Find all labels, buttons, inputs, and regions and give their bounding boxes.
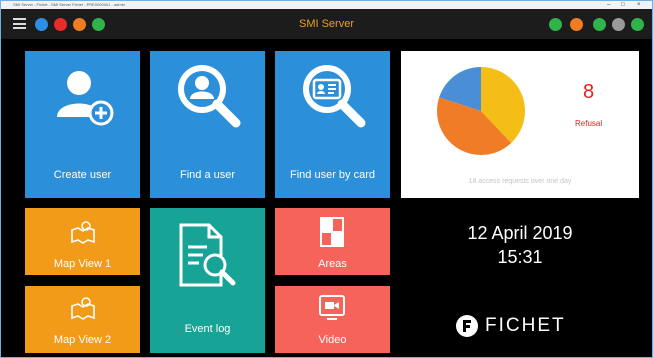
- download-icon[interactable]: [549, 18, 562, 31]
- access-pie-chart: [437, 67, 525, 155]
- floor-plan-icon: [320, 217, 344, 247]
- close-button[interactable]: ×: [637, 1, 641, 9]
- refusal-legend: Refusal: [575, 119, 603, 128]
- areas-tile[interactable]: Areas: [275, 208, 390, 275]
- document-search-icon: [179, 223, 236, 287]
- map-view-2-label: Map View 2: [53, 334, 112, 346]
- current-date: 12 April 2019: [467, 223, 573, 243]
- window-titlebar: SMI Server - Fichet - SMI Server Fichet …: [1, 1, 652, 9]
- map-view-2-tile[interactable]: Map View 2: [25, 286, 140, 353]
- refusal-count: 8: [583, 81, 595, 103]
- find-user-icon: [178, 65, 241, 128]
- video-label: Video: [318, 334, 347, 346]
- map-pin-icon: [71, 221, 95, 244]
- fichet-logo-icon: [456, 315, 478, 337]
- help-icon[interactable]: [612, 18, 625, 31]
- event-log-tile[interactable]: Event log: [150, 208, 265, 353]
- minimize-button[interactable]: –: [607, 1, 610, 9]
- map-view-1-label: Map View 1: [53, 258, 112, 270]
- areas-label: Areas: [318, 258, 347, 270]
- id-card-search-icon: [303, 65, 366, 128]
- find-user-tile[interactable]: Find a user: [150, 51, 265, 198]
- find-user-by-card-tile[interactable]: Find user by card: [275, 51, 390, 198]
- create-user-label: Create user: [53, 169, 112, 181]
- find-user-by-card-label: Find user by card: [290, 169, 375, 181]
- brand-name: FICHET: [485, 315, 566, 336]
- create-user-tile[interactable]: Create user: [25, 51, 140, 198]
- window-title: SMI Server - Fichet - SMI Server Fichet …: [13, 2, 125, 7]
- video-camera-icon: [319, 295, 345, 320]
- stats-caption: 18 access requests over one day: [468, 178, 572, 185]
- maximize-button[interactable]: □: [621, 1, 625, 9]
- event-log-label: Event log: [184, 323, 231, 335]
- online-status-icon[interactable]: [593, 18, 606, 31]
- map-pin-icon: [71, 297, 95, 320]
- user-icon[interactable]: [631, 18, 644, 31]
- map-view-1-tile[interactable]: Map View 1: [25, 208, 140, 275]
- find-user-label: Find a user: [179, 169, 236, 181]
- add-user-icon: [57, 71, 114, 126]
- app-window: SMI Server - Fichet - SMI Server Fichet …: [0, 0, 653, 358]
- current-time: 15:31: [497, 247, 543, 267]
- alert-icon[interactable]: [570, 18, 583, 31]
- access-stats-panel[interactable]: 8 Refusal 18 access requests over one da…: [401, 51, 639, 198]
- video-tile[interactable]: Video: [275, 286, 390, 353]
- app-header: SMI Server: [1, 9, 652, 39]
